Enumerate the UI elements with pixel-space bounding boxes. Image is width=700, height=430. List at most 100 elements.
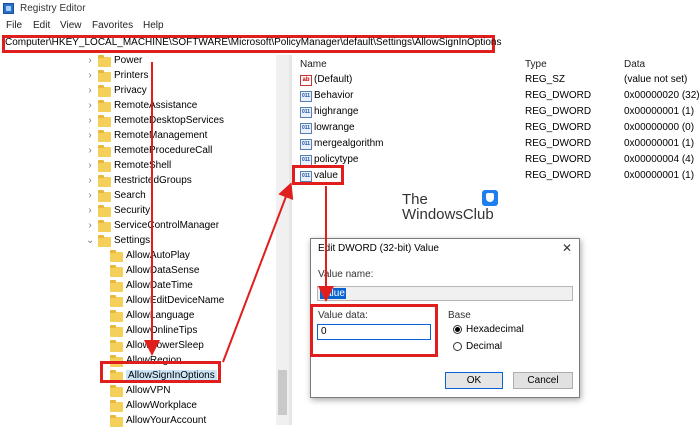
value-row[interactable]: 011 value REG_DWORD 0x00000001 (1)	[296, 169, 700, 184]
tree-scroll-thumb[interactable]	[278, 370, 287, 415]
tree-item[interactable]: ⌄ Settings	[0, 235, 276, 250]
chevron-right-icon[interactable]: ›	[86, 145, 94, 156]
tree-item[interactable]: › RemoteAssistance	[0, 100, 276, 115]
tree-item[interactable]: › RemoteProcedureCall	[0, 145, 276, 160]
tree-item[interactable]: › RemoteShell	[0, 160, 276, 175]
tree-item-label: AllowDataSense	[126, 265, 200, 276]
tree-item-label: Search	[114, 190, 146, 201]
folder-icon	[110, 325, 123, 337]
chevron-right-icon[interactable]: ›	[86, 100, 94, 111]
tree-item-label: RemoteProcedureCall	[114, 145, 213, 156]
folder-icon	[110, 400, 123, 412]
tree-item-label: Power	[114, 55, 143, 66]
value-row[interactable]: 011 policytype REG_DWORD 0x00000004 (4)	[296, 153, 700, 168]
tree-child-item[interactable]: AllowDateTime	[0, 280, 276, 295]
chevron-right-icon[interactable]: ›	[86, 205, 94, 216]
value-row[interactable]: ab (Default) REG_SZ (value not set)	[296, 73, 700, 88]
radio-decimal[interactable]	[453, 342, 462, 351]
cancel-button[interactable]: Cancel	[513, 372, 573, 389]
radio-selected-dot	[455, 327, 460, 332]
value-row[interactable]: 011 highrange REG_DWORD 0x00000001 (1)	[296, 105, 700, 120]
tree-child-item[interactable]: AllowDataSense	[0, 265, 276, 280]
tree-item-label: ServiceControlManager	[114, 220, 220, 231]
dword-value-icon: 011	[300, 139, 312, 150]
chevron-right-icon[interactable]: ›	[86, 160, 94, 171]
tree-item[interactable]: › Printers	[0, 70, 276, 85]
tree-item[interactable]: › RemoteDesktopServices	[0, 115, 276, 130]
tree-item[interactable]: › Search	[0, 190, 276, 205]
tree-item-label: AllowVPN	[126, 385, 171, 396]
chevron-right-icon[interactable]: ›	[86, 130, 94, 141]
value-row[interactable]: 011 Behavior REG_DWORD 0x00000020 (32)	[296, 89, 700, 104]
tree-child-item[interactable]: AllowLanguage	[0, 310, 276, 325]
close-icon[interactable]: ✕	[562, 241, 572, 255]
folder-icon	[98, 175, 111, 187]
base-group-label: Base	[448, 310, 471, 321]
folder-icon	[98, 100, 111, 112]
radio-hexadecimal-label[interactable]: Hexadecimal	[466, 324, 524, 335]
value-data: 0x00000001 (1)	[624, 138, 695, 149]
chevron-right-icon[interactable]: ›	[86, 115, 94, 126]
tree-child-item[interactable]: AllowYourAccount	[0, 415, 276, 430]
value-type: REG_SZ	[525, 74, 566, 85]
chevron-right-icon[interactable]: ›	[86, 190, 94, 201]
highlight-value-data	[310, 304, 438, 357]
tree-item-label: Settings	[114, 235, 151, 246]
tree-child-item[interactable]: AllowVPN	[0, 385, 276, 400]
tree-child-item[interactable]: AllowAutoPlay	[0, 250, 276, 265]
chevron-right-icon[interactable]: ›	[86, 85, 94, 96]
value-name: mergealgorithm	[314, 138, 384, 149]
folder-icon	[110, 265, 123, 277]
tree-item-label: RemoteDesktopServices	[114, 115, 225, 126]
watermark-logo-icon	[482, 190, 498, 206]
chevron-down-icon[interactable]: ⌄	[86, 235, 94, 246]
menu-view[interactable]: View	[60, 20, 82, 31]
chevron-right-icon[interactable]: ›	[86, 175, 94, 186]
tree-child-item[interactable]: AllowOnlineTips	[0, 325, 276, 340]
value-row[interactable]: 011 mergealgorithm REG_DWORD 0x00000001 (1)	[296, 137, 700, 152]
tree-item-label: AllowOnlineTips	[126, 325, 198, 336]
value-type: REG_DWORD	[525, 170, 592, 181]
value-name: policytype	[314, 154, 359, 165]
tree-item-label: AllowAutoPlay	[126, 250, 190, 261]
column-data[interactable]: Data	[624, 59, 645, 70]
radio-decimal-label[interactable]: Decimal	[466, 341, 502, 352]
folder-icon	[98, 205, 111, 217]
tree-item[interactable]: › RemoteManagement	[0, 130, 276, 145]
value-name-field	[317, 286, 573, 301]
column-name[interactable]: Name	[300, 59, 327, 70]
tree-child-item[interactable]: AllowWorkplace	[0, 400, 276, 415]
address-path: Computer\HKEY_LOCAL_MACHINE\SOFTWARE\Mic…	[5, 37, 502, 48]
registry-editor-icon	[3, 3, 14, 14]
column-type[interactable]: Type	[525, 59, 547, 70]
menu-edit[interactable]: Edit	[33, 20, 50, 31]
title-bar	[0, 0, 700, 18]
ok-button[interactable]: OK	[445, 372, 503, 389]
tree-item-label: AllowWorkplace	[126, 400, 197, 411]
tree-item[interactable]: › Privacy	[0, 85, 276, 100]
tree-child-item[interactable]: AllowPowerSleep	[0, 340, 276, 355]
value-data: 0x00000001 (1)	[624, 106, 695, 117]
tree-item-label: Security	[114, 205, 151, 216]
folder-icon	[110, 385, 123, 397]
tree-item-label: AllowEditDeviceName	[126, 295, 225, 306]
tree-item[interactable]: › RestrictedGroups	[0, 175, 276, 190]
menu-file[interactable]: File	[6, 20, 22, 31]
tree-item[interactable]: › Power	[0, 55, 276, 70]
value-data: 0x00000000 (0)	[624, 122, 695, 133]
tree-item-label: Printers	[114, 70, 149, 81]
chevron-right-icon[interactable]: ›	[86, 70, 94, 81]
chevron-right-icon[interactable]: ›	[86, 55, 94, 66]
value-data: 0x00000001 (1)	[624, 170, 695, 181]
chevron-right-icon[interactable]: ›	[86, 220, 94, 231]
menu-help[interactable]: Help	[143, 20, 164, 31]
tree-item-label: RemoteManagement	[114, 130, 208, 141]
tree-item[interactable]: › Security	[0, 205, 276, 220]
folder-icon	[110, 280, 123, 292]
value-row[interactable]: 011 lowrange REG_DWORD 0x00000000 (0)	[296, 121, 700, 136]
tree-item-label: AllowPowerSleep	[126, 340, 204, 351]
menu-favorites[interactable]: Favorites	[92, 20, 133, 31]
tree-child-item[interactable]: AllowEditDeviceName	[0, 295, 276, 310]
tree-item[interactable]: › ServiceControlManager	[0, 220, 276, 235]
folder-icon	[98, 115, 111, 127]
